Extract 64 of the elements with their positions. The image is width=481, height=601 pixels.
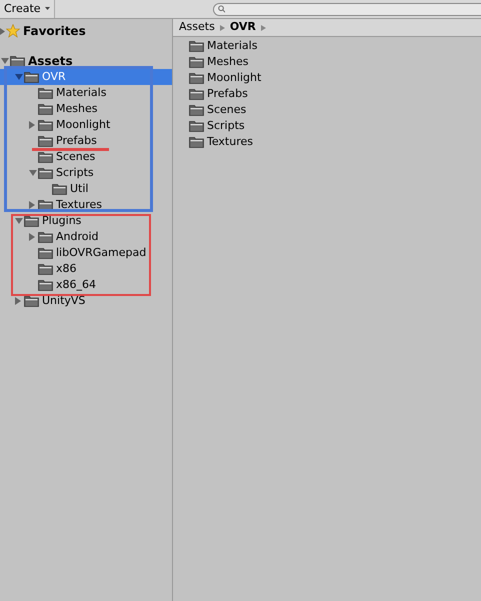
folder-label[interactable]: Prefabs xyxy=(56,132,97,150)
folder-label[interactable]: Moonlight xyxy=(56,116,110,134)
folder-icon xyxy=(189,120,204,132)
folder-icon xyxy=(38,87,53,99)
folder-icon xyxy=(52,183,67,195)
star-icon xyxy=(6,24,20,38)
folder-icon xyxy=(189,72,204,84)
folder-icon xyxy=(38,279,53,291)
collapse-arrow-icon[interactable] xyxy=(1,58,9,64)
search-icon xyxy=(218,5,226,13)
collapse-arrow-icon[interactable] xyxy=(15,74,23,80)
folder-icon xyxy=(189,136,204,148)
folder-icon xyxy=(24,215,39,227)
folder-label[interactable]: Materials xyxy=(56,84,106,102)
folder-icon xyxy=(38,231,53,243)
folder-label[interactable]: Plugins xyxy=(42,212,82,230)
expand-arrow-icon[interactable] xyxy=(15,297,21,305)
dropdown-arrow-icon xyxy=(44,7,50,11)
folder-icon xyxy=(189,56,204,68)
expand-arrow-icon[interactable] xyxy=(29,121,35,129)
folder-label[interactable]: libOVRGamepad xyxy=(56,244,146,262)
folder-label[interactable]: Assets xyxy=(28,52,73,70)
folder-icon xyxy=(38,247,53,259)
folder-label[interactable]: UnityVS xyxy=(42,292,86,310)
folder-label[interactable]: Textures xyxy=(56,196,102,214)
folder-icon xyxy=(38,135,53,147)
breadcrumb-item[interactable]: Assets xyxy=(179,19,215,36)
folder-label[interactable]: Meshes xyxy=(56,100,98,118)
folder-icon xyxy=(38,119,53,131)
folder-icon xyxy=(38,151,53,163)
folder-label[interactable]: Util xyxy=(70,180,88,198)
folder-icon xyxy=(189,104,204,116)
folder-label[interactable]: Prefabs xyxy=(207,86,248,102)
folder-label[interactable]: Moonlight xyxy=(207,70,262,86)
folder-icon xyxy=(38,167,53,179)
folder-label[interactable]: Textures xyxy=(207,134,253,150)
expand-arrow-icon[interactable] xyxy=(29,201,35,209)
folder-icon xyxy=(24,71,39,83)
collapse-arrow-icon[interactable] xyxy=(15,218,23,224)
breadcrumb-arrow-icon xyxy=(220,24,225,30)
favorites-label[interactable]: Favorites xyxy=(23,22,86,40)
folder-icon xyxy=(24,295,39,307)
folder-label[interactable]: x86_64 xyxy=(56,276,96,294)
folder-icon xyxy=(38,263,53,275)
expand-arrow-icon[interactable] xyxy=(0,28,5,34)
folder-icon xyxy=(38,103,53,115)
folder-icon xyxy=(189,88,204,100)
search-field[interactable] xyxy=(212,2,481,16)
folder-label[interactable]: Scripts xyxy=(56,164,94,182)
folder-label[interactable]: Meshes xyxy=(207,54,248,70)
folder-label[interactable]: Android xyxy=(56,228,99,246)
folder-label[interactable]: Scripts xyxy=(207,118,245,134)
breadcrumb-arrow-icon xyxy=(260,24,266,30)
folder-icon xyxy=(10,55,25,67)
folder-label[interactable]: Materials xyxy=(207,38,258,54)
folder-icon xyxy=(189,40,204,52)
folder-label[interactable]: x86 xyxy=(56,260,77,278)
folder-label[interactable]: Scenes xyxy=(207,102,246,118)
folder-label[interactable]: Scenes xyxy=(56,148,96,166)
collapse-arrow-icon[interactable] xyxy=(29,170,37,176)
expand-arrow-icon[interactable] xyxy=(29,233,35,241)
folder-icon xyxy=(38,199,53,211)
breadcrumb-item[interactable]: OVR xyxy=(230,19,256,36)
folder-label[interactable]: OVR xyxy=(42,68,66,86)
